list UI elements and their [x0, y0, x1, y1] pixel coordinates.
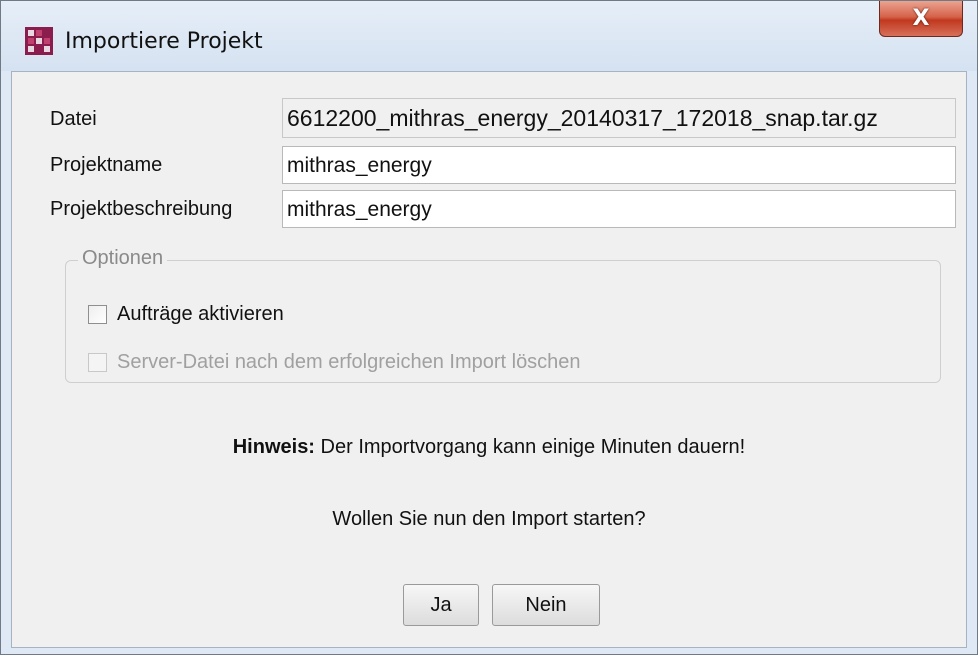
- title-bar[interactable]: Importiere Projekt X: [1, 1, 977, 71]
- window-title: Importiere Projekt: [65, 29, 263, 54]
- app-logo-icon: [25, 27, 53, 55]
- file-label: Datei: [50, 108, 97, 130]
- dialog-content: Datei 6612200_mithras_energy_20140317_17…: [11, 71, 967, 648]
- project-name-label: Projektname: [50, 154, 163, 176]
- delete-server-file-option: Server-Datei nach dem erfolgreichen Impo…: [88, 351, 581, 374]
- close-icon: X: [912, 6, 930, 31]
- no-button[interactable]: Nein: [492, 584, 600, 626]
- project-description-label: Projektbeschreibung: [50, 198, 233, 220]
- activate-jobs-checkbox[interactable]: [88, 305, 107, 324]
- delete-server-file-checkbox: [88, 353, 107, 372]
- activate-jobs-label: Aufträge aktivieren: [117, 303, 284, 325]
- import-project-dialog: Importiere Projekt X Datei 6612200_mithr…: [0, 0, 978, 655]
- close-button[interactable]: X: [879, 1, 963, 37]
- hint-bold-label: Hinweis:: [232, 436, 315, 458]
- confirm-question: Wollen Sie nun den Import starten?: [332, 508, 646, 530]
- project-name-input[interactable]: mithras_energy: [282, 146, 956, 184]
- hint-text: Der Importvorgang kann einige Minuten da…: [314, 436, 746, 458]
- options-group: Optionen Aufträge aktivieren Server-Date…: [65, 247, 941, 383]
- options-group-title: Optionen: [78, 247, 168, 270]
- hint-message: Hinweis: Der Importvorgang kann einige M…: [12, 436, 966, 459]
- file-field: 6612200_mithras_energy_20140317_172018_s…: [282, 98, 956, 138]
- project-description-input[interactable]: mithras_energy: [282, 190, 956, 228]
- delete-server-file-label: Server-Datei nach dem erfolgreichen Impo…: [117, 351, 581, 373]
- yes-button[interactable]: Ja: [403, 584, 479, 626]
- activate-jobs-option[interactable]: Aufträge aktivieren: [88, 303, 284, 326]
